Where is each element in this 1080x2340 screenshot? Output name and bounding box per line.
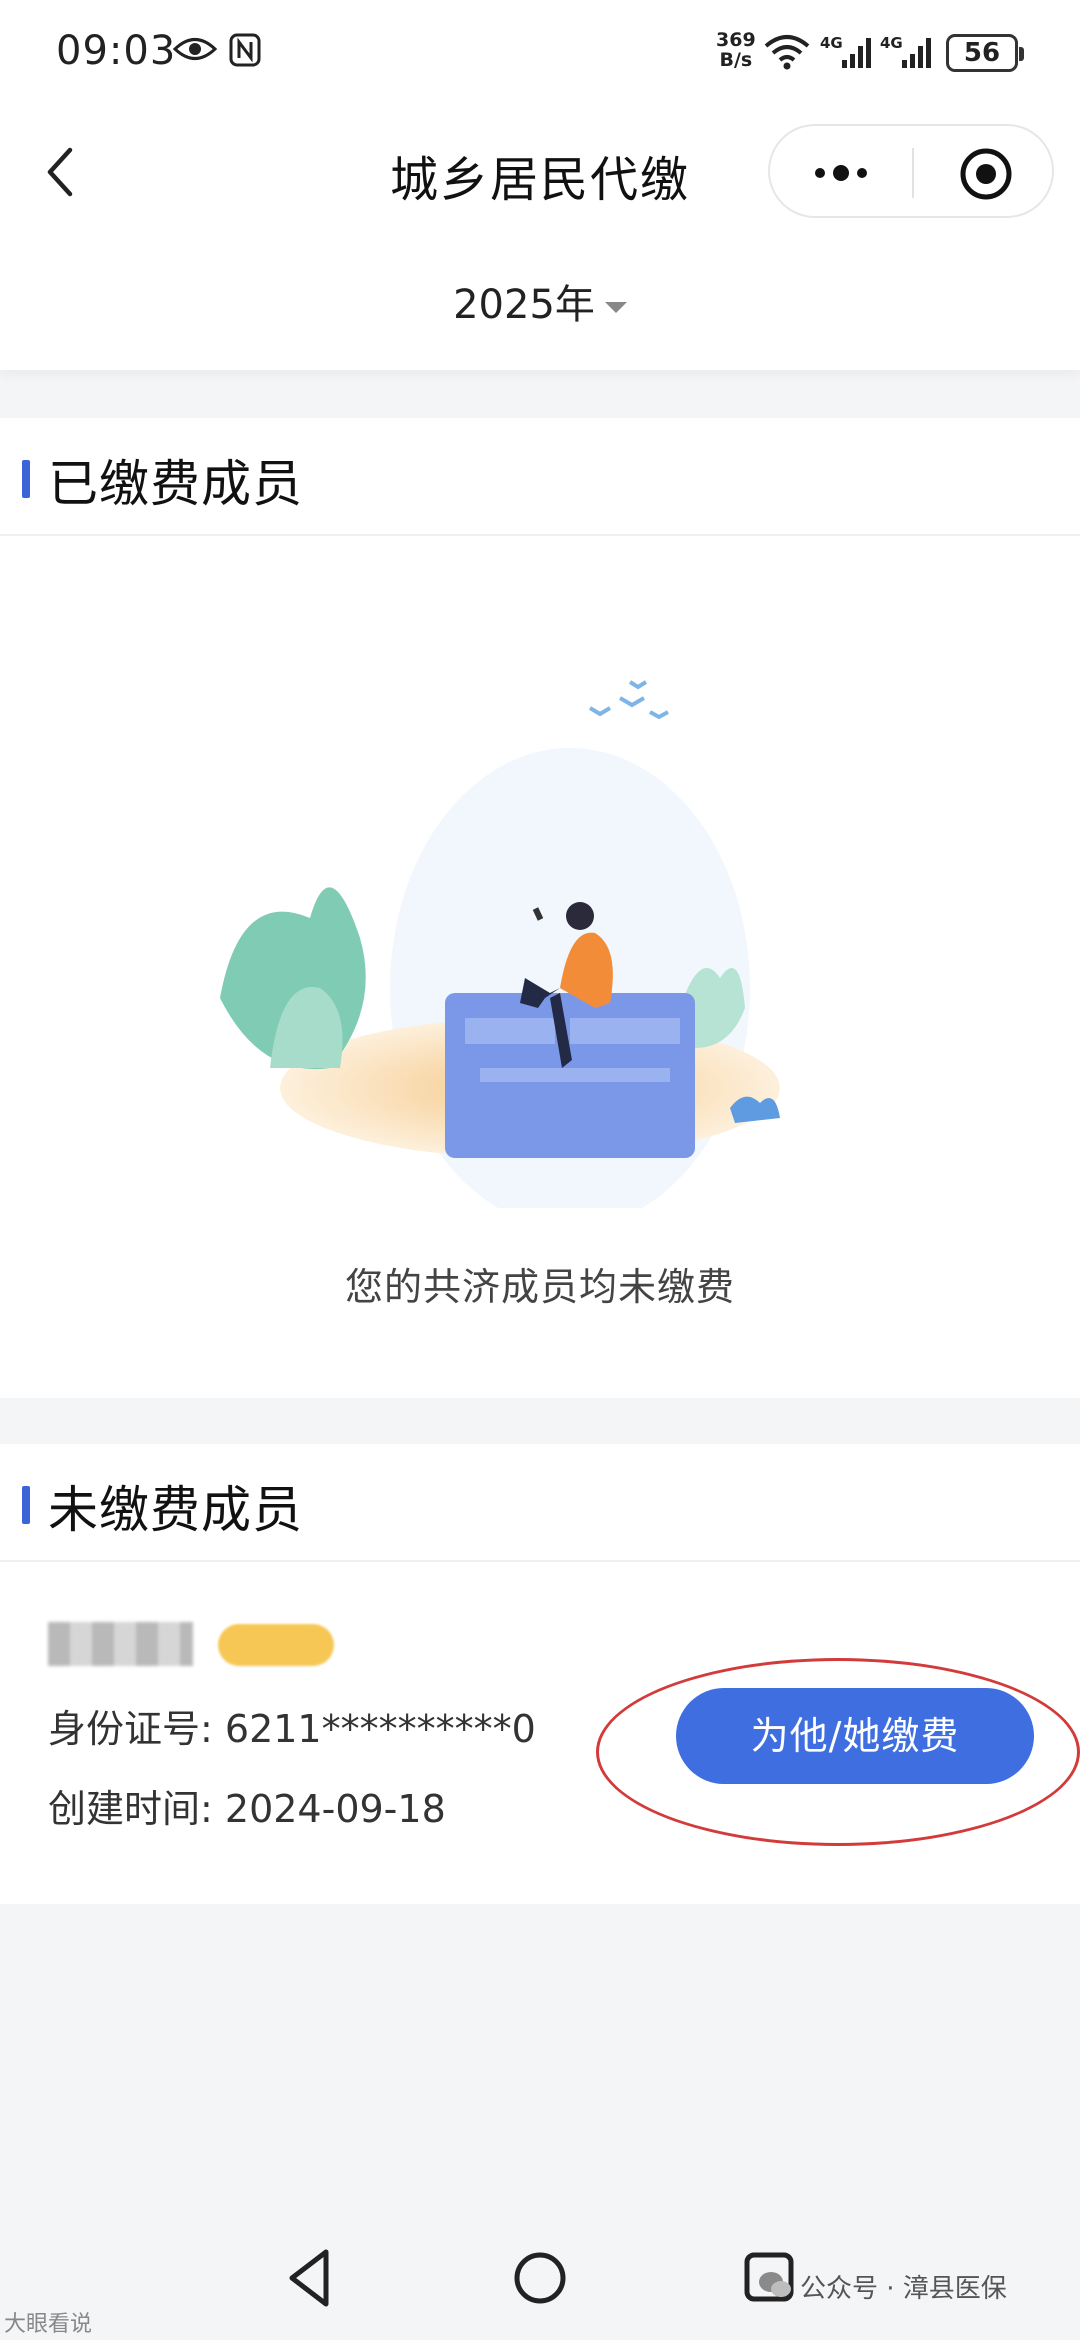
year-select[interactable]: 2025年 [0, 272, 1080, 330]
wifi-icon [764, 35, 810, 70]
nav-bar: 城乡居民代缴 [0, 110, 1080, 230]
signal-icon: 4G [880, 34, 931, 68]
caret-down-icon [604, 301, 627, 313]
watermark-account: 公众号 · 漳县医保 [800, 2274, 1007, 2304]
eye-icon [172, 38, 218, 60]
svg-text:4G: 4G [820, 34, 843, 52]
unpaid-members-card: 未缴费成员 身份证号: 6211**********0 创建时间: 2024-0… [0, 1444, 1080, 1904]
nav-back-icon[interactable] [282, 2246, 338, 2310]
target-circle-icon[interactable] [956, 144, 1016, 204]
nfc-icon [229, 33, 261, 67]
mini-program-capsule [768, 124, 1054, 218]
section-accent-bar [22, 1486, 30, 1524]
empty-state-illustration [220, 680, 780, 1208]
member-list-item: 身份证号: 6211**********0 创建时间: 2024-09-18 为… [0, 1562, 1080, 1904]
nav-home-icon[interactable] [512, 2250, 568, 2306]
member-tag-redacted [218, 1624, 334, 1666]
status-bar: 09:03 369 B/s 4G 4G 56 [0, 0, 1080, 110]
section-title: 已缴费成员 [48, 455, 303, 513]
empty-state-message: 您的共济成员均未缴费 [344, 1265, 735, 1309]
section-accent-bar [22, 460, 30, 498]
battery-indicator: 56 [946, 34, 1024, 72]
system-nav-bar: 公众号 · 漳县医保 大眼看说 [0, 2230, 1080, 2340]
redaction-mask [540, 1690, 600, 1746]
year-filter-bar: 2025年 [0, 230, 1080, 370]
watermark-source: 大眼看说 [4, 2312, 93, 2337]
pay-for-member-button[interactable]: 为他/她缴费 [676, 1688, 1034, 1784]
section-title: 未缴费成员 [48, 1481, 303, 1539]
section-header: 已缴费成员 [0, 418, 1080, 536]
section-header: 未缴费成员 [0, 1444, 1080, 1562]
member-name-redacted [48, 1622, 193, 1666]
year-select-label: 2025年 [453, 282, 595, 328]
signal-icon: 4G [820, 34, 871, 68]
member-id-number: 身份证号: 6211**********0 [48, 1707, 536, 1751]
status-time: 09:03 [56, 28, 177, 74]
member-created-time: 创建时间: 2024-09-18 [48, 1787, 446, 1831]
svg-text:4G: 4G [880, 34, 903, 52]
capsule-divider [912, 148, 914, 198]
network-speed: 369 B/s [716, 29, 756, 71]
more-dots-icon[interactable] [806, 148, 876, 198]
wechat-icon [759, 2272, 791, 2297]
paid-members-card: 已缴费成员 您的共济成员均未缴费 [0, 418, 1080, 1398]
